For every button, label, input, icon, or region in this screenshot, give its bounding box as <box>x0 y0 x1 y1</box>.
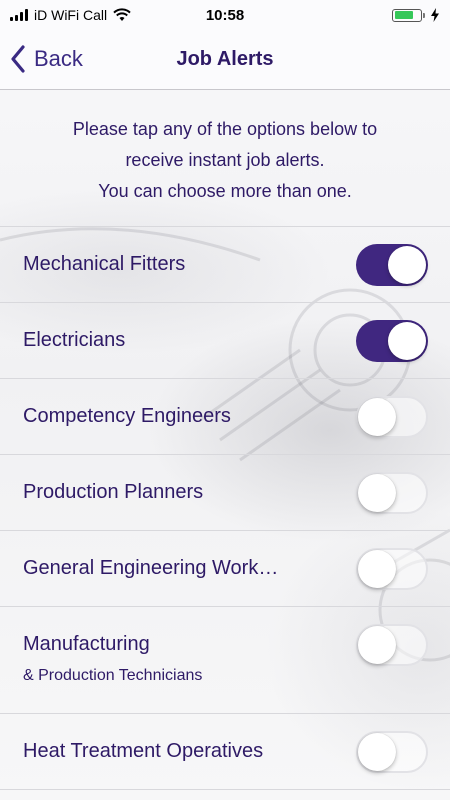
clock: 10:58 <box>205 6 245 24</box>
battery-icon <box>392 8 425 22</box>
signal-strength-icon <box>10 9 28 21</box>
instructions: Please tap any of the options below to r… <box>0 90 450 227</box>
option-row-heat-treatment-operatives[interactable]: Heat Treatment Operatives <box>0 714 450 790</box>
toggle-knob <box>388 322 426 360</box>
status-right <box>392 8 440 22</box>
toggle-mechanical-fitters[interactable] <box>356 244 428 286</box>
toggle-knob <box>358 474 396 512</box>
toggle-knob <box>358 733 396 771</box>
toggle-production-planners[interactable] <box>356 472 428 514</box>
wifi-icon <box>113 8 131 21</box>
instructions-line-2: receive instant job alerts. <box>125 150 325 170</box>
instructions-line-1: Please tap any of the options below to <box>72 119 378 139</box>
toggle-knob <box>358 626 396 664</box>
toggle-knob <box>358 550 396 588</box>
page-title: Job Alerts <box>176 48 274 70</box>
option-row-competency-engineers[interactable]: Competency Engineers <box>0 379 450 455</box>
option-label: Competency Engineers <box>23 405 231 427</box>
bolt-icon <box>431 8 439 22</box>
toggle-general-engineering-workers[interactable] <box>356 548 428 590</box>
status-bar: iD WiFi Call 10:58 <box>0 0 450 30</box>
option-row-mechanical-fitters[interactable]: Mechanical Fitters <box>0 227 450 303</box>
option-label: Electricians <box>23 329 126 351</box>
instructions-line-3: You can choose more than one. <box>98 181 352 201</box>
toggle-knob <box>358 398 396 436</box>
toggle-electricians[interactable] <box>356 320 428 362</box>
option-label: Production Planners <box>23 481 204 503</box>
toggle-knob <box>388 246 426 284</box>
battery-level <box>394 11 414 19</box>
option-row-manufacturing[interactable]: Manufacturing & Production Technicians <box>0 607 450 714</box>
carrier-label: iD WiFi Call <box>34 7 108 23</box>
content: Please tap any of the options below to r… <box>0 90 450 790</box>
toggle-manufacturing[interactable] <box>356 624 428 666</box>
option-label: General Engineering Work… <box>23 557 279 579</box>
option-row-general-engineering-workers[interactable]: General Engineering Work… <box>0 531 450 607</box>
toggle-competency-engineers[interactable] <box>356 396 428 438</box>
option-row-electricians[interactable]: Electricians <box>0 303 450 379</box>
navigation-bar: Back Job Alerts <box>0 30 450 90</box>
toggle-heat-treatment-operatives[interactable] <box>356 731 428 773</box>
option-row-production-planners[interactable]: Production Planners <box>0 455 450 531</box>
option-sublabel: & Production Technicians <box>23 667 203 684</box>
option-label: Mechanical Fitters <box>23 253 186 275</box>
option-label: Heat Treatment Operatives <box>23 740 264 762</box>
option-label: Manufacturing <box>23 633 150 655</box>
status-left: iD WiFi Call <box>10 7 131 23</box>
